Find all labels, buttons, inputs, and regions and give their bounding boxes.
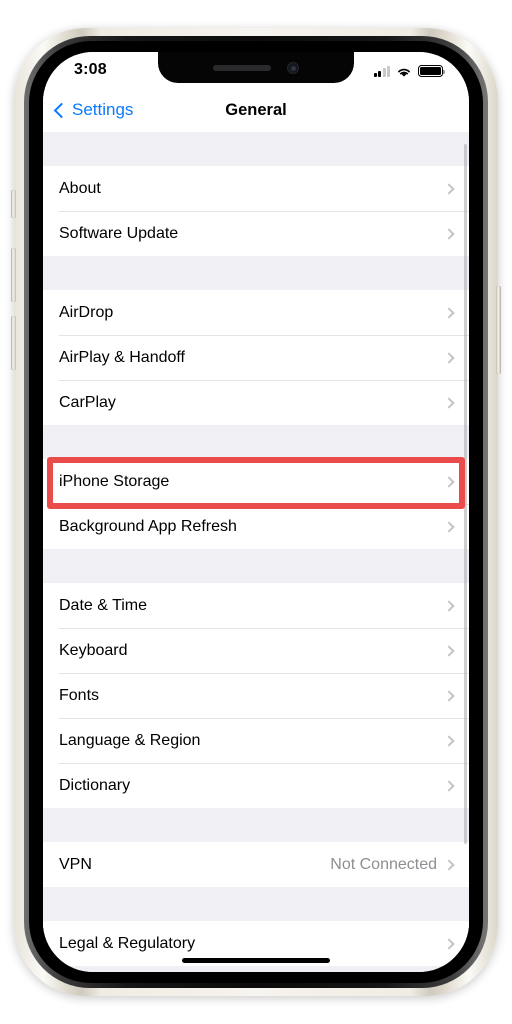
chevron-right-icon [443, 227, 455, 240]
scroll-indicator[interactable] [463, 144, 467, 844]
wifi-icon [396, 65, 412, 77]
row-label: Date & Time [59, 596, 148, 614]
settings-row-keyboard[interactable]: Keyboard [43, 628, 469, 673]
chevron-right-icon [443, 306, 455, 319]
settings-row-software-update[interactable]: Software Update [43, 211, 469, 256]
row-label: Background App Refresh [59, 517, 237, 535]
settings-row-about[interactable]: About [43, 166, 469, 211]
row-label: Fonts [59, 686, 100, 704]
settings-row-dictionary[interactable]: Dictionary [43, 763, 469, 808]
chevron-right-icon [443, 599, 455, 612]
settings-group-1: About Software Update [43, 166, 469, 256]
vpn-status-value: Not Connected [330, 855, 437, 873]
chevron-right-icon [443, 475, 455, 488]
chevron-right-icon [443, 937, 455, 950]
settings-row-background-app-refresh[interactable]: Background App Refresh [43, 504, 469, 549]
battery-icon [418, 65, 446, 77]
row-label: AirDrop [59, 303, 114, 321]
row-label: Legal & Regulatory [59, 934, 196, 952]
settings-row-airplay-handoff[interactable]: AirPlay & Handoff [43, 335, 469, 380]
settings-row-airdrop[interactable]: AirDrop [43, 290, 469, 335]
group-spacer [43, 549, 469, 583]
phone-screen: 3:08 Settings General About Software Upd… [43, 52, 469, 972]
side-power-button[interactable] [496, 286, 501, 374]
group-spacer [43, 132, 469, 166]
back-button-label: Settings [72, 100, 134, 119]
settings-group-4: Date & Time Keyboard Fonts Language & Re… [43, 583, 469, 808]
back-button-settings[interactable]: Settings [53, 100, 134, 120]
row-label: Software Update [59, 224, 179, 242]
chevron-left-icon [53, 102, 70, 118]
row-label: CarPlay [59, 393, 116, 411]
cellular-signal-icon [373, 66, 390, 77]
settings-row-vpn[interactable]: VPN Not Connected [43, 842, 469, 887]
chevron-right-icon [443, 520, 455, 533]
group-spacer [43, 256, 469, 290]
settings-row-date-time[interactable]: Date & Time [43, 583, 469, 628]
group-spacer [43, 425, 469, 459]
row-label: VPN [59, 855, 92, 873]
chevron-right-icon [443, 689, 455, 702]
chevron-right-icon [443, 858, 455, 871]
status-bar-time: 3:08 [74, 61, 107, 78]
notch [158, 52, 354, 83]
screenshot-canvas: 3:08 Settings General About Software Upd… [0, 0, 512, 1024]
volume-up-button[interactable] [11, 248, 16, 302]
earpiece-speaker-icon [213, 64, 271, 71]
group-spacer [43, 808, 469, 842]
settings-list[interactable]: About Software Update AirDrop AirPlay & … [43, 132, 469, 972]
chevron-right-icon [443, 734, 455, 747]
settings-row-fonts[interactable]: Fonts [43, 673, 469, 718]
mute-switch-button[interactable] [11, 190, 16, 218]
home-indicator[interactable] [182, 958, 330, 963]
group-spacer [43, 887, 469, 921]
row-label: About [59, 179, 101, 197]
navigation-bar: Settings General [43, 88, 469, 132]
settings-group-2: AirDrop AirPlay & Handoff CarPlay [43, 290, 469, 425]
settings-group-3: iPhone Storage Background App Refresh [43, 459, 469, 549]
row-label: AirPlay & Handoff [59, 348, 185, 366]
row-label: Language & Region [59, 731, 201, 749]
chevron-right-icon [443, 351, 455, 364]
front-camera-icon [287, 61, 299, 74]
chevron-right-icon [443, 779, 455, 792]
settings-row-language-region[interactable]: Language & Region [43, 718, 469, 763]
settings-group-5: VPN Not Connected [43, 842, 469, 887]
settings-row-iphone-storage[interactable]: iPhone Storage [43, 459, 469, 504]
chevron-right-icon [443, 396, 455, 409]
chevron-right-icon [443, 644, 455, 657]
settings-row-carplay[interactable]: CarPlay [43, 380, 469, 425]
row-label: iPhone Storage [59, 472, 170, 490]
status-bar-indicators [373, 63, 446, 77]
chevron-right-icon [443, 182, 455, 195]
row-label: Keyboard [59, 641, 128, 659]
row-label: Dictionary [59, 776, 131, 794]
volume-down-button[interactable] [11, 316, 16, 370]
